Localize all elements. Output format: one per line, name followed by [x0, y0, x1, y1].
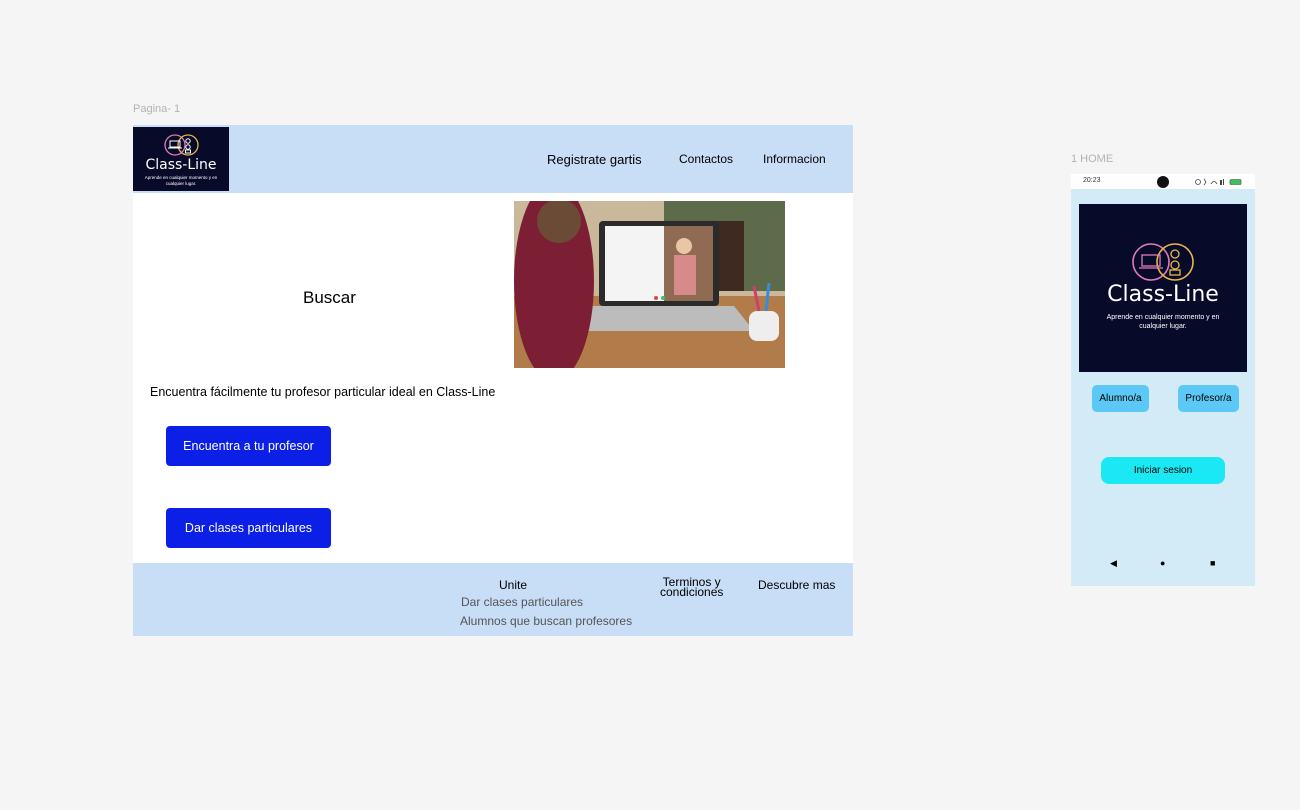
- footer: Unite Dar clases particulares Alumnos qu…: [133, 563, 853, 636]
- logo-icon: [1132, 243, 1194, 281]
- student-button[interactable]: Alumno/a: [1092, 385, 1149, 412]
- logo-title: Class-Line: [1107, 282, 1219, 307]
- brand-logo-mobile: Class-Line Aprende en cualquier momento …: [1079, 204, 1247, 372]
- nav-contacts[interactable]: Contactos: [679, 152, 733, 166]
- mobile-frame-label: 1 HOME: [1071, 153, 1114, 165]
- logo-icon: [164, 134, 199, 156]
- login-button[interactable]: Iniciar sesion: [1101, 457, 1225, 484]
- online-class-illustration: [514, 201, 785, 368]
- status-icons: [1195, 178, 1242, 186]
- brand-logo[interactable]: Class-Line Aprende en cualquier momento …: [133, 127, 229, 191]
- camera-cutout: [1157, 176, 1169, 188]
- footer-terms-line2: condiciones: [660, 585, 724, 599]
- status-time: 20:23: [1083, 177, 1101, 184]
- desktop-frame-label: Pagina- 1: [133, 103, 181, 115]
- give-classes-button[interactable]: Dar clases particulares: [166, 508, 331, 548]
- logo-tagline: Aprende en cualquier momento y en cualqu…: [144, 175, 218, 186]
- find-teacher-button[interactable]: Encuentra a tu profesor: [166, 426, 331, 466]
- logo-title: Class-Line: [145, 157, 217, 173]
- header: Class-Line Aprende en cualquier momento …: [133, 125, 853, 193]
- footer-link-students[interactable]: Alumnos que buscan profesores: [460, 614, 632, 628]
- footer-discover-link[interactable]: Descubre mas: [758, 578, 835, 592]
- nav-register[interactable]: Registrate gartis: [547, 152, 642, 167]
- home-icon[interactable]: ●: [1160, 558, 1165, 568]
- teacher-button[interactable]: Profesor/a: [1178, 385, 1239, 412]
- nav-info[interactable]: Informacion: [763, 152, 826, 166]
- recents-icon[interactable]: ■: [1210, 558, 1215, 568]
- search-title: Buscar: [303, 288, 356, 307]
- desktop-page: Class-Line Aprende en cualquier momento …: [133, 125, 853, 636]
- tagline-text: Encuentra fácilmente tu profesor particu…: [150, 385, 496, 399]
- footer-link-give-classes[interactable]: Dar clases particulares: [461, 595, 583, 609]
- status-bar: 20:23: [1071, 174, 1255, 189]
- footer-join-heading: Unite: [499, 578, 528, 592]
- back-icon[interactable]: ◀: [1110, 558, 1117, 569]
- footer-terms-link[interactable]: Terminos y condiciones: [660, 576, 724, 599]
- hero-image: [514, 201, 785, 368]
- mobile-home-screen: 20:23 Class-Line Aprende en cualquier mo…: [1071, 174, 1255, 586]
- logo-tagline: Aprende en cualquier momento y en cualqu…: [1106, 314, 1220, 330]
